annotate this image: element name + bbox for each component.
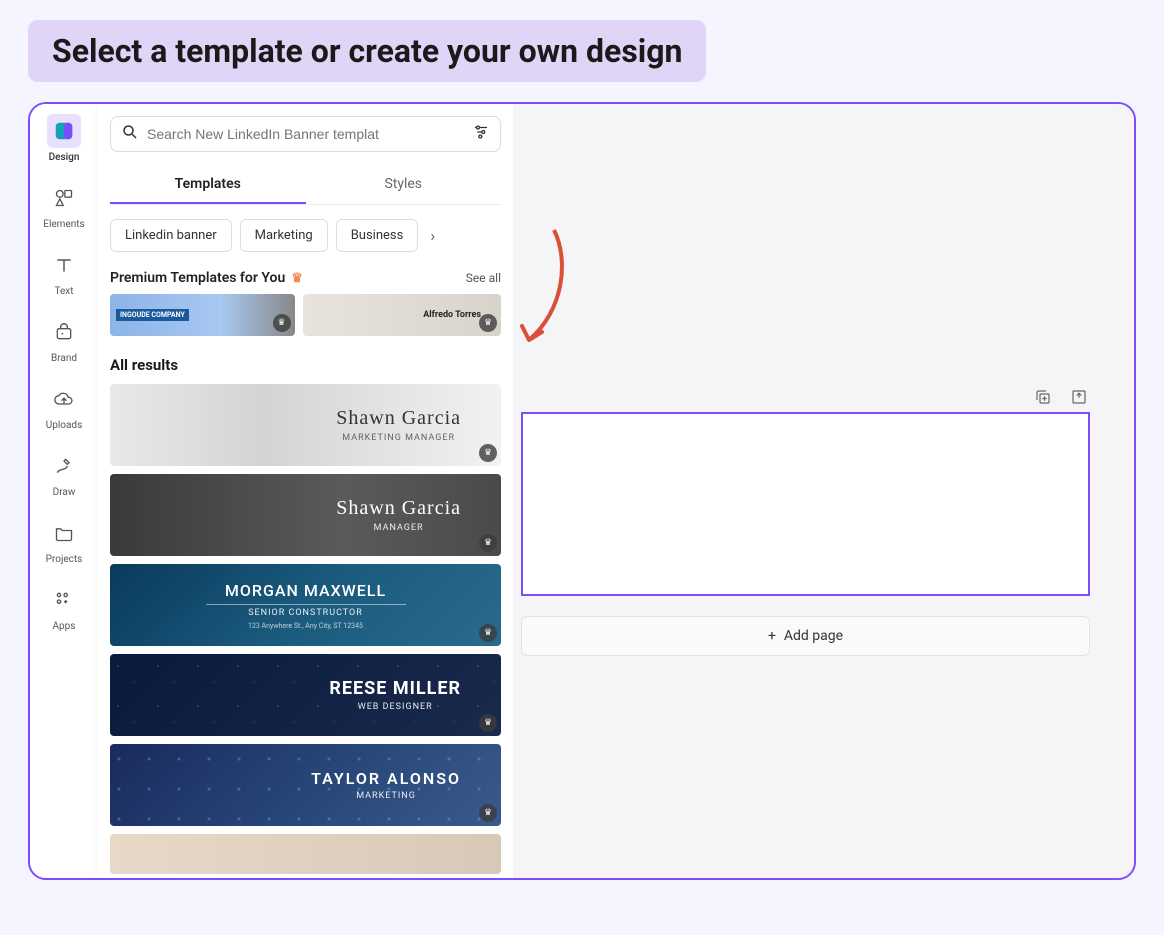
sidebar-item-label: Design bbox=[49, 152, 80, 163]
template-subtitle: MARKETING bbox=[311, 791, 461, 801]
sidebar-item-apps[interactable]: Apps bbox=[34, 583, 94, 632]
template-subtitle: SENIOR CONSTRUCTOR bbox=[206, 608, 406, 618]
filter-chips: Linkedin banner Marketing Business › bbox=[110, 219, 501, 252]
chip-marketing[interactable]: Marketing bbox=[240, 219, 328, 252]
template-name: Shawn Garcia bbox=[336, 407, 461, 430]
text-icon bbox=[47, 248, 81, 282]
sidebar-item-projects[interactable]: Projects bbox=[34, 516, 94, 565]
search-bar[interactable] bbox=[110, 116, 501, 152]
premium-section-header: Premium Templates for You ♛ See all bbox=[110, 270, 501, 286]
tab-styles[interactable]: Styles bbox=[306, 166, 502, 204]
premium-templates-row: INGOUDE COMPANY ♛ Alfredo Torres ♛ bbox=[110, 294, 501, 336]
elements-icon bbox=[47, 181, 81, 215]
sidebar-item-label: Draw bbox=[53, 487, 76, 498]
crown-icon: ♛ bbox=[291, 271, 303, 286]
premium-thumb-title: INGOUDE COMPANY bbox=[116, 309, 189, 321]
template-thumb[interactable]: REESE MILLER WEB DESIGNER ♛ bbox=[110, 654, 501, 736]
template-name: TAYLOR ALONSO bbox=[311, 769, 461, 788]
template-subtitle: WEB DESIGNER bbox=[329, 702, 461, 712]
add-page-label: Add page bbox=[784, 628, 843, 644]
template-thumb[interactable] bbox=[110, 834, 501, 874]
template-name: Shawn Garcia bbox=[336, 497, 461, 520]
template-thumb[interactable]: Shawn Garcia MARKETING MANAGER ♛ bbox=[110, 384, 501, 466]
draw-icon bbox=[47, 449, 81, 483]
sidebar-item-label: Apps bbox=[53, 621, 76, 632]
template-detail: 123 Anywhere St., Any City, ST 12345 bbox=[206, 622, 406, 630]
crown-badge-icon: ♛ bbox=[273, 314, 291, 332]
crown-badge-icon: ♛ bbox=[479, 624, 497, 642]
sidebar-item-uploads[interactable]: Uploads bbox=[34, 382, 94, 431]
premium-thumb-title: Alfredo Torres bbox=[423, 310, 481, 320]
crown-badge-icon: ♛ bbox=[479, 444, 497, 462]
share-page-button[interactable] bbox=[1068, 386, 1090, 408]
template-name: MORGAN MAXWELL bbox=[206, 581, 406, 605]
sidebar: Design Elements Text Brand bbox=[30, 104, 98, 878]
search-icon bbox=[121, 123, 139, 145]
crown-badge-icon: ♛ bbox=[479, 314, 497, 332]
template-subtitle: MANAGER bbox=[336, 523, 461, 533]
sidebar-item-elements[interactable]: Elements bbox=[34, 181, 94, 230]
projects-icon bbox=[47, 516, 81, 550]
template-subtitle: MARKETING MANAGER bbox=[336, 433, 461, 443]
sidebar-item-label: Brand bbox=[51, 353, 77, 364]
search-input[interactable] bbox=[147, 126, 464, 142]
page-headline: Select a template or create your own des… bbox=[28, 20, 706, 82]
canvas-toolbar bbox=[1032, 386, 1090, 408]
panel-tabs: Templates Styles bbox=[110, 166, 501, 205]
tab-templates[interactable]: Templates bbox=[110, 166, 306, 204]
sidebar-item-label: Text bbox=[54, 286, 73, 297]
crown-badge-icon: ♛ bbox=[479, 804, 497, 822]
sidebar-item-draw[interactable]: Draw bbox=[34, 449, 94, 498]
chip-linkedin-banner[interactable]: Linkedin banner bbox=[110, 219, 232, 252]
brand-icon bbox=[47, 315, 81, 349]
template-name: REESE MILLER bbox=[329, 678, 461, 699]
canvas-area: + Add page bbox=[513, 104, 1134, 878]
sidebar-item-label: Elements bbox=[43, 219, 84, 230]
premium-title: Premium Templates for You ♛ bbox=[110, 270, 303, 286]
add-page-button[interactable]: + Add page bbox=[521, 616, 1090, 656]
chip-business[interactable]: Business bbox=[336, 219, 419, 252]
plus-icon: + bbox=[768, 628, 776, 644]
crown-badge-icon: ♛ bbox=[479, 714, 497, 732]
sidebar-item-label: Uploads bbox=[46, 420, 82, 431]
blank-canvas[interactable] bbox=[521, 412, 1090, 596]
template-thumb[interactable]: MORGAN MAXWELL SENIOR CONSTRUCTOR 123 An… bbox=[110, 564, 501, 646]
sidebar-item-design[interactable]: Design bbox=[34, 114, 94, 163]
chevron-right-icon[interactable]: › bbox=[426, 226, 439, 245]
design-icon bbox=[47, 114, 81, 148]
premium-template-thumb[interactable]: INGOUDE COMPANY ♛ bbox=[110, 294, 295, 336]
template-list: Shawn Garcia MARKETING MANAGER ♛ Shawn G… bbox=[110, 384, 501, 874]
duplicate-page-button[interactable] bbox=[1032, 386, 1054, 408]
sidebar-item-label: Projects bbox=[46, 554, 83, 565]
templates-panel: Templates Styles Linkedin banner Marketi… bbox=[98, 104, 513, 878]
filter-icon[interactable] bbox=[472, 123, 490, 145]
all-results-title: All results bbox=[110, 356, 501, 374]
template-thumb[interactable]: Shawn Garcia MANAGER ♛ bbox=[110, 474, 501, 556]
premium-template-thumb[interactable]: Alfredo Torres ♛ bbox=[303, 294, 502, 336]
template-thumb[interactable]: TAYLOR ALONSO MARKETING ♛ bbox=[110, 744, 501, 826]
apps-icon bbox=[47, 583, 81, 617]
uploads-icon bbox=[47, 382, 81, 416]
crown-badge-icon: ♛ bbox=[479, 534, 497, 552]
see-all-link[interactable]: See all bbox=[466, 271, 501, 285]
app-frame: Design Elements Text Brand bbox=[28, 102, 1136, 880]
sidebar-item-brand[interactable]: Brand bbox=[34, 315, 94, 364]
sidebar-item-text[interactable]: Text bbox=[34, 248, 94, 297]
